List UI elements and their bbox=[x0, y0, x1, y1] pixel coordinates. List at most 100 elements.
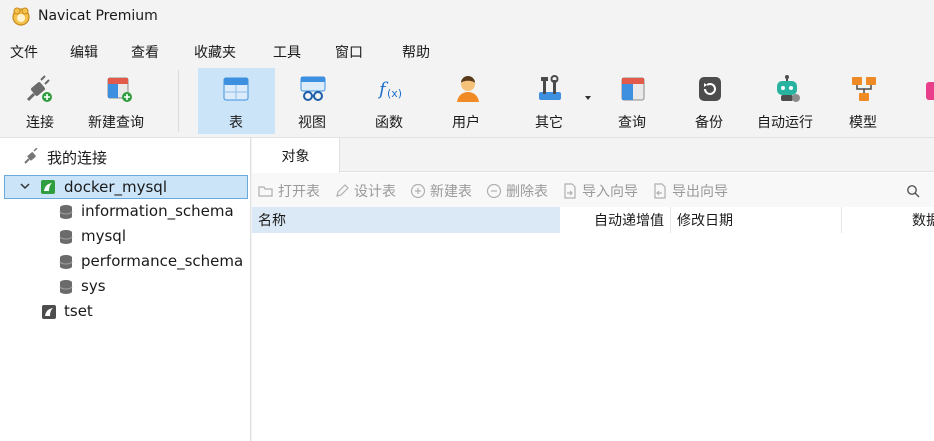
pencil-icon bbox=[336, 184, 349, 197]
backup-label: 备份 bbox=[695, 115, 723, 131]
menu-favorites[interactable]: 收藏夹 bbox=[194, 42, 236, 62]
other-dropdown-arrow-icon[interactable] bbox=[585, 96, 591, 100]
query-label: 查询 bbox=[618, 115, 646, 131]
menu-bar: 文件 编辑 查看 收藏夹 工具 窗口 帮助 bbox=[0, 38, 934, 64]
truncated-tool-icon[interactable] bbox=[926, 82, 934, 100]
export-wizard-button[interactable]: 导出向导 bbox=[652, 181, 728, 201]
tree-db-information-schema[interactable]: information_schema bbox=[0, 200, 250, 224]
other-button[interactable]: 其它 bbox=[528, 68, 574, 134]
import-icon bbox=[564, 183, 576, 199]
minus-circle-icon bbox=[486, 183, 502, 199]
design-table-button[interactable]: 设计表 bbox=[334, 181, 396, 201]
folder-open-icon bbox=[258, 186, 273, 197]
column-name-header[interactable]: 名称 bbox=[252, 207, 560, 233]
database-label: performance_schema bbox=[81, 252, 244, 270]
menu-view[interactable]: 查看 bbox=[131, 42, 159, 62]
svg-text:(x): (x) bbox=[387, 87, 402, 100]
new-query-icon bbox=[107, 77, 132, 102]
menu-window[interactable]: 窗口 bbox=[335, 42, 363, 62]
other-label: 其它 bbox=[535, 115, 563, 131]
view-button[interactable]: 视图 bbox=[290, 68, 336, 134]
design-table-label: 设计表 bbox=[354, 184, 396, 200]
model-icon bbox=[852, 77, 876, 101]
mysql-connection-icon bbox=[42, 305, 56, 319]
search-icon[interactable] bbox=[906, 184, 920, 198]
view-label: 视图 bbox=[298, 115, 326, 131]
backup-icon bbox=[699, 77, 721, 101]
function-icon: f (x) bbox=[377, 79, 402, 100]
model-button[interactable]: 模型 bbox=[841, 68, 887, 134]
table-icon bbox=[223, 77, 249, 101]
tab-strip: 对象 bbox=[252, 138, 934, 173]
import-wizard-label: 导入向导 bbox=[582, 184, 638, 200]
mysql-connection-icon bbox=[41, 180, 55, 194]
connect-label: 连接 bbox=[26, 115, 54, 131]
window-title: Navicat Premium bbox=[38, 8, 158, 24]
tree-connection-tset[interactable]: tset bbox=[0, 300, 250, 324]
tree-db-performance-schema[interactable]: performance_schema bbox=[0, 250, 250, 274]
automation-label: 自动运行 bbox=[757, 115, 813, 131]
delete-table-label: 删除表 bbox=[506, 184, 548, 200]
function-button[interactable]: f (x) 函数 bbox=[368, 68, 414, 134]
automation-button[interactable]: 自动运行 bbox=[756, 68, 818, 134]
menu-file[interactable]: 文件 bbox=[10, 42, 38, 62]
function-label: 函数 bbox=[375, 115, 403, 131]
database-label: mysql bbox=[81, 227, 126, 245]
toolbar-separator bbox=[178, 70, 179, 132]
column-auto-increment-header[interactable]: 自动递增值 bbox=[560, 207, 671, 233]
user-button[interactable]: 用户 bbox=[445, 68, 491, 134]
tab-objects[interactable]: 对象 bbox=[252, 138, 340, 173]
open-table-button[interactable]: 打开表 bbox=[258, 181, 320, 201]
plug-icon bbox=[24, 148, 38, 164]
import-wizard-button[interactable]: 导入向导 bbox=[562, 181, 638, 201]
menu-edit[interactable]: 编辑 bbox=[70, 42, 98, 62]
connection-label: docker_mysql bbox=[64, 178, 167, 196]
query-button[interactable]: 查询 bbox=[610, 68, 656, 134]
model-label: 模型 bbox=[849, 115, 877, 131]
database-label: sys bbox=[81, 277, 106, 295]
table-label: 表 bbox=[229, 115, 243, 131]
tree-connection-docker-mysql[interactable]: docker_mysql bbox=[4, 175, 248, 199]
connect-button[interactable]: 连接 bbox=[14, 68, 68, 134]
robot-icon bbox=[777, 75, 800, 102]
database-icon bbox=[59, 205, 73, 219]
tree-root-label: 我的连接 bbox=[47, 149, 108, 167]
database-label: information_schema bbox=[81, 202, 234, 220]
database-icon bbox=[59, 280, 73, 294]
chevron-down-icon[interactable] bbox=[19, 180, 31, 192]
user-label: 用户 bbox=[452, 115, 480, 131]
main-toolbar: 连接 新建查询 表 视图 f (x) 函数 用户 其它 查询 备份 自动运行 模… bbox=[0, 66, 934, 138]
new-table-label: 新建表 bbox=[430, 184, 472, 200]
new-table-button[interactable]: 新建表 bbox=[410, 181, 472, 201]
object-toolbar: 打开表 设计表 新建表 删除表 导入向导 导出向导 bbox=[252, 173, 934, 207]
view-icon bbox=[300, 76, 326, 101]
object-panel: 对象 打开表 设计表 新建表 删除表 导入向导 导出向导 名称 自动递增值 修改… bbox=[252, 138, 934, 441]
export-icon bbox=[654, 183, 666, 199]
user-icon bbox=[457, 76, 479, 102]
connection-label: tset bbox=[64, 302, 93, 320]
column-data-header[interactable]: 数据 bbox=[912, 207, 934, 233]
new-query-label: 新建查询 bbox=[88, 115, 144, 131]
backup-button[interactable]: 备份 bbox=[687, 68, 733, 134]
export-wizard-label: 导出向导 bbox=[672, 184, 728, 200]
navicat-logo-icon bbox=[12, 7, 30, 26]
tree-db-sys[interactable]: sys bbox=[0, 275, 250, 299]
open-table-label: 打开表 bbox=[278, 184, 320, 200]
tree-root-my-connections[interactable]: 我的连接 bbox=[0, 144, 250, 168]
plug-icon bbox=[26, 75, 52, 102]
database-icon bbox=[59, 230, 73, 244]
menu-tools[interactable]: 工具 bbox=[273, 42, 301, 62]
delete-table-button[interactable]: 删除表 bbox=[486, 181, 548, 201]
table-button[interactable]: 表 bbox=[198, 68, 275, 134]
tree-db-mysql[interactable]: mysql bbox=[0, 225, 250, 249]
query-icon bbox=[621, 77, 645, 101]
object-table-header: 名称 自动递增值 修改日期 数据 bbox=[252, 207, 934, 233]
title-bar: Navicat Premium bbox=[0, 0, 934, 34]
menu-help[interactable]: 帮助 bbox=[402, 42, 430, 62]
column-modified-date-header[interactable]: 修改日期 bbox=[672, 207, 842, 233]
database-icon bbox=[59, 255, 73, 269]
tools-icon bbox=[539, 75, 561, 100]
connection-tree: 我的连接 docker_mysql information_schema mys… bbox=[0, 138, 251, 441]
plus-circle-icon bbox=[410, 183, 426, 199]
new-query-button[interactable]: 新建查询 bbox=[84, 68, 154, 134]
